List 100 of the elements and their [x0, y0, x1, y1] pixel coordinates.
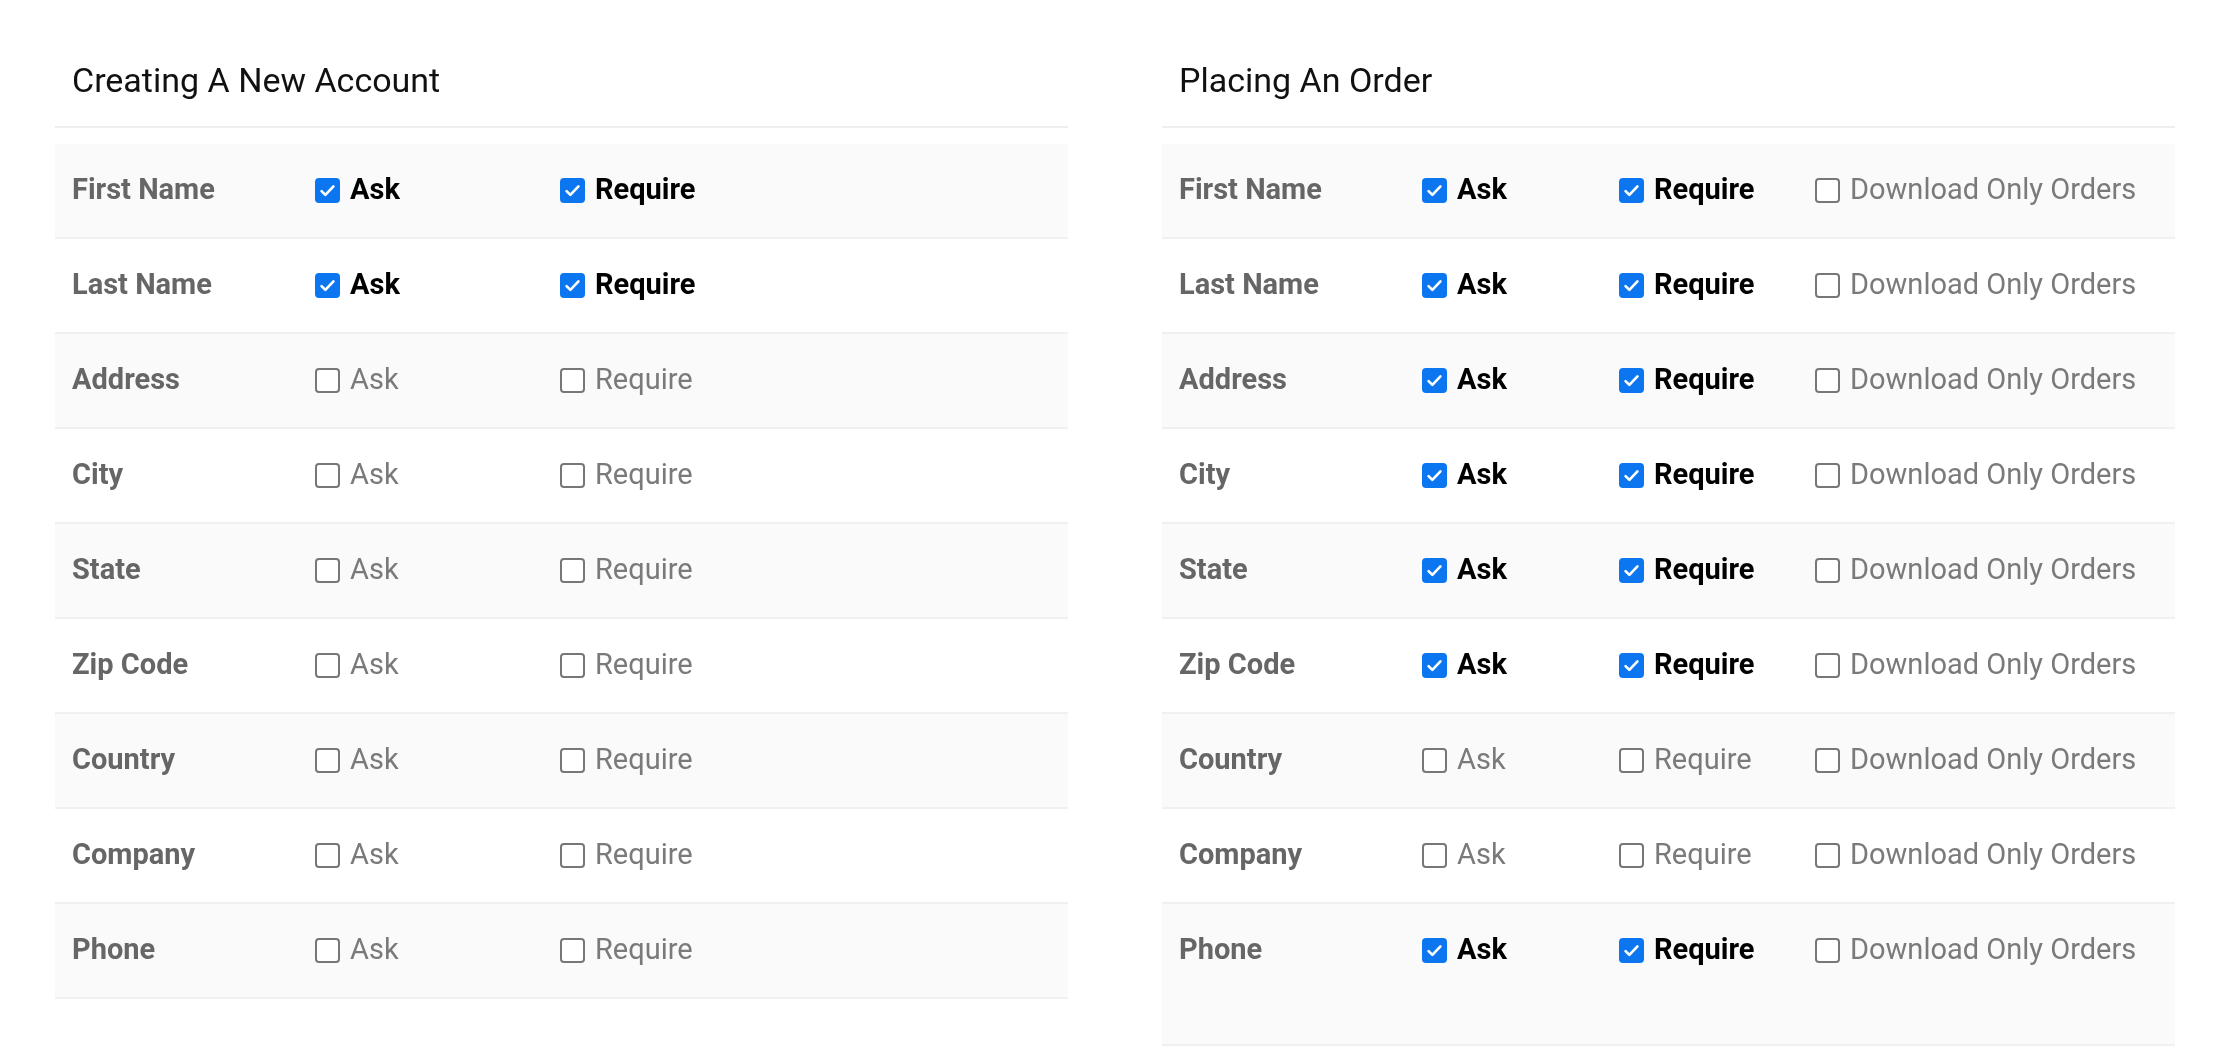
checkbox[interactable]	[1619, 177, 1644, 203]
checkbox-label: Ask	[350, 361, 399, 399]
checkbox[interactable]	[560, 842, 585, 868]
checkbox-label: Require	[595, 171, 696, 209]
checkbox-label: Require	[595, 456, 693, 494]
checkbox[interactable]	[560, 272, 585, 298]
checkbox[interactable]	[1422, 937, 1447, 963]
checkbox-label: Ask	[1457, 931, 1507, 969]
checkbox[interactable]	[1815, 462, 1840, 488]
checkbox[interactable]	[1619, 272, 1644, 298]
checkbox[interactable]	[560, 177, 585, 203]
checkbox-label: Require	[1654, 171, 1755, 209]
checkbox[interactable]	[1815, 652, 1840, 678]
checkbox[interactable]	[315, 557, 340, 583]
checkbox[interactable]	[1815, 177, 1840, 203]
checkbox-label: Download Only Orders	[1850, 931, 2137, 969]
checkbox-label: Require	[595, 646, 693, 684]
field-label: City	[1179, 456, 1231, 494]
field-label: Address	[1179, 361, 1287, 399]
checkbox-label: Ask	[1457, 171, 1507, 209]
checkbox[interactable]	[1422, 652, 1447, 678]
checkbox[interactable]	[560, 462, 585, 488]
checkbox[interactable]	[315, 842, 340, 868]
checkbox-label: Require	[1654, 551, 1755, 589]
checkbox-label: Require	[1654, 646, 1755, 684]
checkbox-label: Require	[595, 836, 693, 874]
checkbox-label: Ask	[1457, 836, 1506, 874]
checkbox-label: Require	[595, 741, 693, 779]
checkbox-label: Ask	[1457, 741, 1506, 779]
checkbox-label: Ask	[350, 171, 400, 209]
checkbox[interactable]	[315, 747, 340, 773]
checkbox[interactable]	[1619, 557, 1644, 583]
checkbox[interactable]	[1815, 367, 1840, 393]
checkbox-label: Ask	[350, 836, 399, 874]
checkbox[interactable]	[560, 367, 585, 393]
field-label: Company	[1179, 836, 1303, 874]
field-label: Zip Code	[72, 646, 189, 684]
checkbox[interactable]	[560, 557, 585, 583]
checkbox[interactable]	[1422, 177, 1447, 203]
checkbox[interactable]	[1815, 842, 1840, 868]
field-label: Country	[1179, 741, 1283, 779]
checkbox-label: Require	[1654, 741, 1752, 779]
checkbox-label: Ask	[1457, 456, 1507, 494]
checkbox-label: Require	[595, 266, 696, 304]
checkbox[interactable]	[315, 367, 340, 393]
checkbox-label: Download Only Orders	[1850, 266, 2137, 304]
checkbox[interactable]	[1422, 842, 1447, 868]
field-label: First Name	[1179, 171, 1322, 209]
checkbox-label: Ask	[1457, 551, 1507, 589]
checkbox-label: Ask	[350, 931, 399, 969]
checkbox-label: Ask	[1457, 361, 1507, 399]
field-label: Phone	[1179, 931, 1263, 969]
checkbox-label: Require	[595, 931, 693, 969]
checkbox-label: Download Only Orders	[1850, 456, 2137, 494]
checkbox[interactable]	[1619, 747, 1644, 773]
checkbox-label: Ask	[350, 741, 399, 779]
checkbox-label: Download Only Orders	[1850, 551, 2137, 589]
checkbox-label: Require	[1654, 266, 1755, 304]
field-label: Company	[72, 836, 196, 874]
checkbox-label: Require	[595, 361, 693, 399]
checkbox[interactable]	[1422, 557, 1447, 583]
checkbox[interactable]	[315, 177, 340, 203]
field-label: Last Name	[1179, 266, 1319, 304]
checkbox[interactable]	[1619, 937, 1644, 963]
section-title: Placing An Order	[1179, 59, 1433, 102]
checkbox[interactable]	[1619, 842, 1644, 868]
checkbox-label: Download Only Orders	[1850, 171, 2137, 209]
checkbox-label: Ask	[1457, 266, 1507, 304]
checkbox[interactable]	[560, 652, 585, 678]
checkbox[interactable]	[1815, 557, 1840, 583]
field-label: Phone	[72, 931, 156, 969]
checkbox[interactable]	[1619, 462, 1644, 488]
checkbox-label: Require	[1654, 836, 1752, 874]
checkbox-label: Require	[1654, 361, 1755, 399]
field-label: Country	[72, 741, 176, 779]
checkbox-label: Ask	[1457, 646, 1507, 684]
checkbox[interactable]	[1619, 652, 1644, 678]
checkbox[interactable]	[560, 747, 585, 773]
checkbox[interactable]	[1815, 937, 1840, 963]
field-label: Last Name	[72, 266, 212, 304]
checkbox[interactable]	[1422, 272, 1447, 298]
checkbox[interactable]	[315, 937, 340, 963]
field-label: Zip Code	[1179, 646, 1296, 684]
checkbox[interactable]	[1422, 462, 1447, 488]
checkbox[interactable]	[1815, 747, 1840, 773]
field-label: City	[72, 456, 124, 494]
checkbox-label: Require	[1654, 456, 1755, 494]
checkbox[interactable]	[1422, 747, 1447, 773]
checkbox[interactable]	[1422, 367, 1447, 393]
checkbox-label: Download Only Orders	[1850, 836, 2137, 874]
checkbox-label: Download Only Orders	[1850, 361, 2137, 399]
field-label: State	[72, 551, 141, 589]
checkbox[interactable]	[315, 462, 340, 488]
field-label: First Name	[72, 171, 215, 209]
checkbox[interactable]	[315, 272, 340, 298]
checkbox[interactable]	[1619, 367, 1644, 393]
checkbox[interactable]	[560, 937, 585, 963]
checkbox-label: Ask	[350, 551, 399, 589]
checkbox[interactable]	[1815, 272, 1840, 298]
checkbox[interactable]	[315, 652, 340, 678]
